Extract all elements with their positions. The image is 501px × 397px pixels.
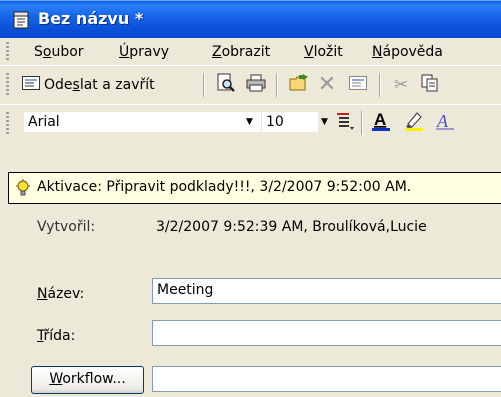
created-value: 3/2/2007 9:52:39 AM, Broulíková,Lucie (156, 219, 427, 235)
lightbulb-icon (15, 179, 31, 201)
highlighter-icon (403, 110, 425, 136)
delete-x-icon: ✕ (317, 72, 337, 97)
font-color-icon: A (370, 110, 392, 136)
print-button[interactable] (244, 74, 268, 96)
formatting-toolbar: Arial ▼ 10 ▼ A A (0, 104, 501, 141)
toolbar-grip[interactable] (6, 73, 9, 97)
separator (276, 73, 278, 97)
format-a-icon: A (434, 110, 456, 136)
copy-button[interactable] (418, 74, 442, 96)
form-icon (349, 76, 367, 94)
format-style-button[interactable]: A (432, 111, 458, 135)
name-field[interactable]: Meeting (152, 278, 501, 304)
title-bar: Bez názvu * (0, 0, 501, 38)
created-label: Vytvořil: (37, 219, 96, 235)
separator (379, 73, 381, 97)
menu-upravy[interactable]: Úpravy (119, 44, 169, 60)
workflow-field[interactable] (152, 366, 501, 392)
font-color-button[interactable]: A (368, 110, 394, 136)
svg-text:A: A (374, 110, 386, 129)
standard-toolbar: Odeslat a zavřít ✕ ✂ (0, 66, 501, 103)
menu-zobrazit[interactable]: Zobrazit (212, 44, 270, 60)
scissors-icon: ✂ (393, 75, 409, 95)
move-to-folder-icon (289, 74, 309, 96)
highlight-button[interactable] (401, 111, 427, 135)
menu-soubor[interactable]: Soubor (34, 44, 84, 60)
note-icon (13, 10, 29, 29)
send-and-close-button[interactable]: Odeslat a zavřít (22, 74, 155, 96)
list-style-icon (335, 111, 355, 135)
cut-button[interactable]: ✂ (389, 74, 413, 96)
print-preview-icon (216, 73, 236, 97)
class-label: Třída: (37, 328, 76, 344)
separator (203, 73, 205, 97)
style-button[interactable] (333, 111, 357, 135)
printer-icon (246, 74, 266, 96)
separator (361, 111, 363, 135)
print-preview-button[interactable] (214, 73, 238, 97)
format-toolbar-grip[interactable] (6, 112, 9, 134)
font-size-combo[interactable]: 10 (262, 112, 318, 132)
menu-vlozit[interactable]: Vložit (304, 44, 343, 60)
chevron-down-icon[interactable]: ▼ (321, 117, 328, 127)
workflow-button[interactable]: Workflow... (31, 366, 144, 394)
delete-button[interactable]: ✕ (315, 74, 339, 96)
font-name-combo[interactable]: Arial (24, 112, 261, 132)
name-label: Název: (37, 286, 85, 302)
menu-napoveda[interactable]: Nápověda (372, 44, 443, 60)
reminder-text: Aktivace: Připravit podklady!!!, 3/2/200… (37, 179, 412, 195)
svg-text:A: A (436, 111, 449, 131)
menu-bar: Soubor Úpravy Zobrazit Vložit Nápověda (0, 38, 501, 66)
reminder-infobar: Aktivace: Připravit podklady!!!, 3/2/200… (8, 172, 501, 204)
move-to-folder-button[interactable] (287, 74, 311, 96)
chevron-down-icon[interactable]: ▼ (246, 117, 253, 127)
menu-grip[interactable] (6, 42, 9, 61)
copy-icon (421, 74, 439, 96)
window-title: Bez názvu * (38, 9, 144, 28)
class-field[interactable] (152, 320, 501, 346)
form-button[interactable] (346, 74, 370, 96)
send-form-icon (22, 76, 40, 94)
